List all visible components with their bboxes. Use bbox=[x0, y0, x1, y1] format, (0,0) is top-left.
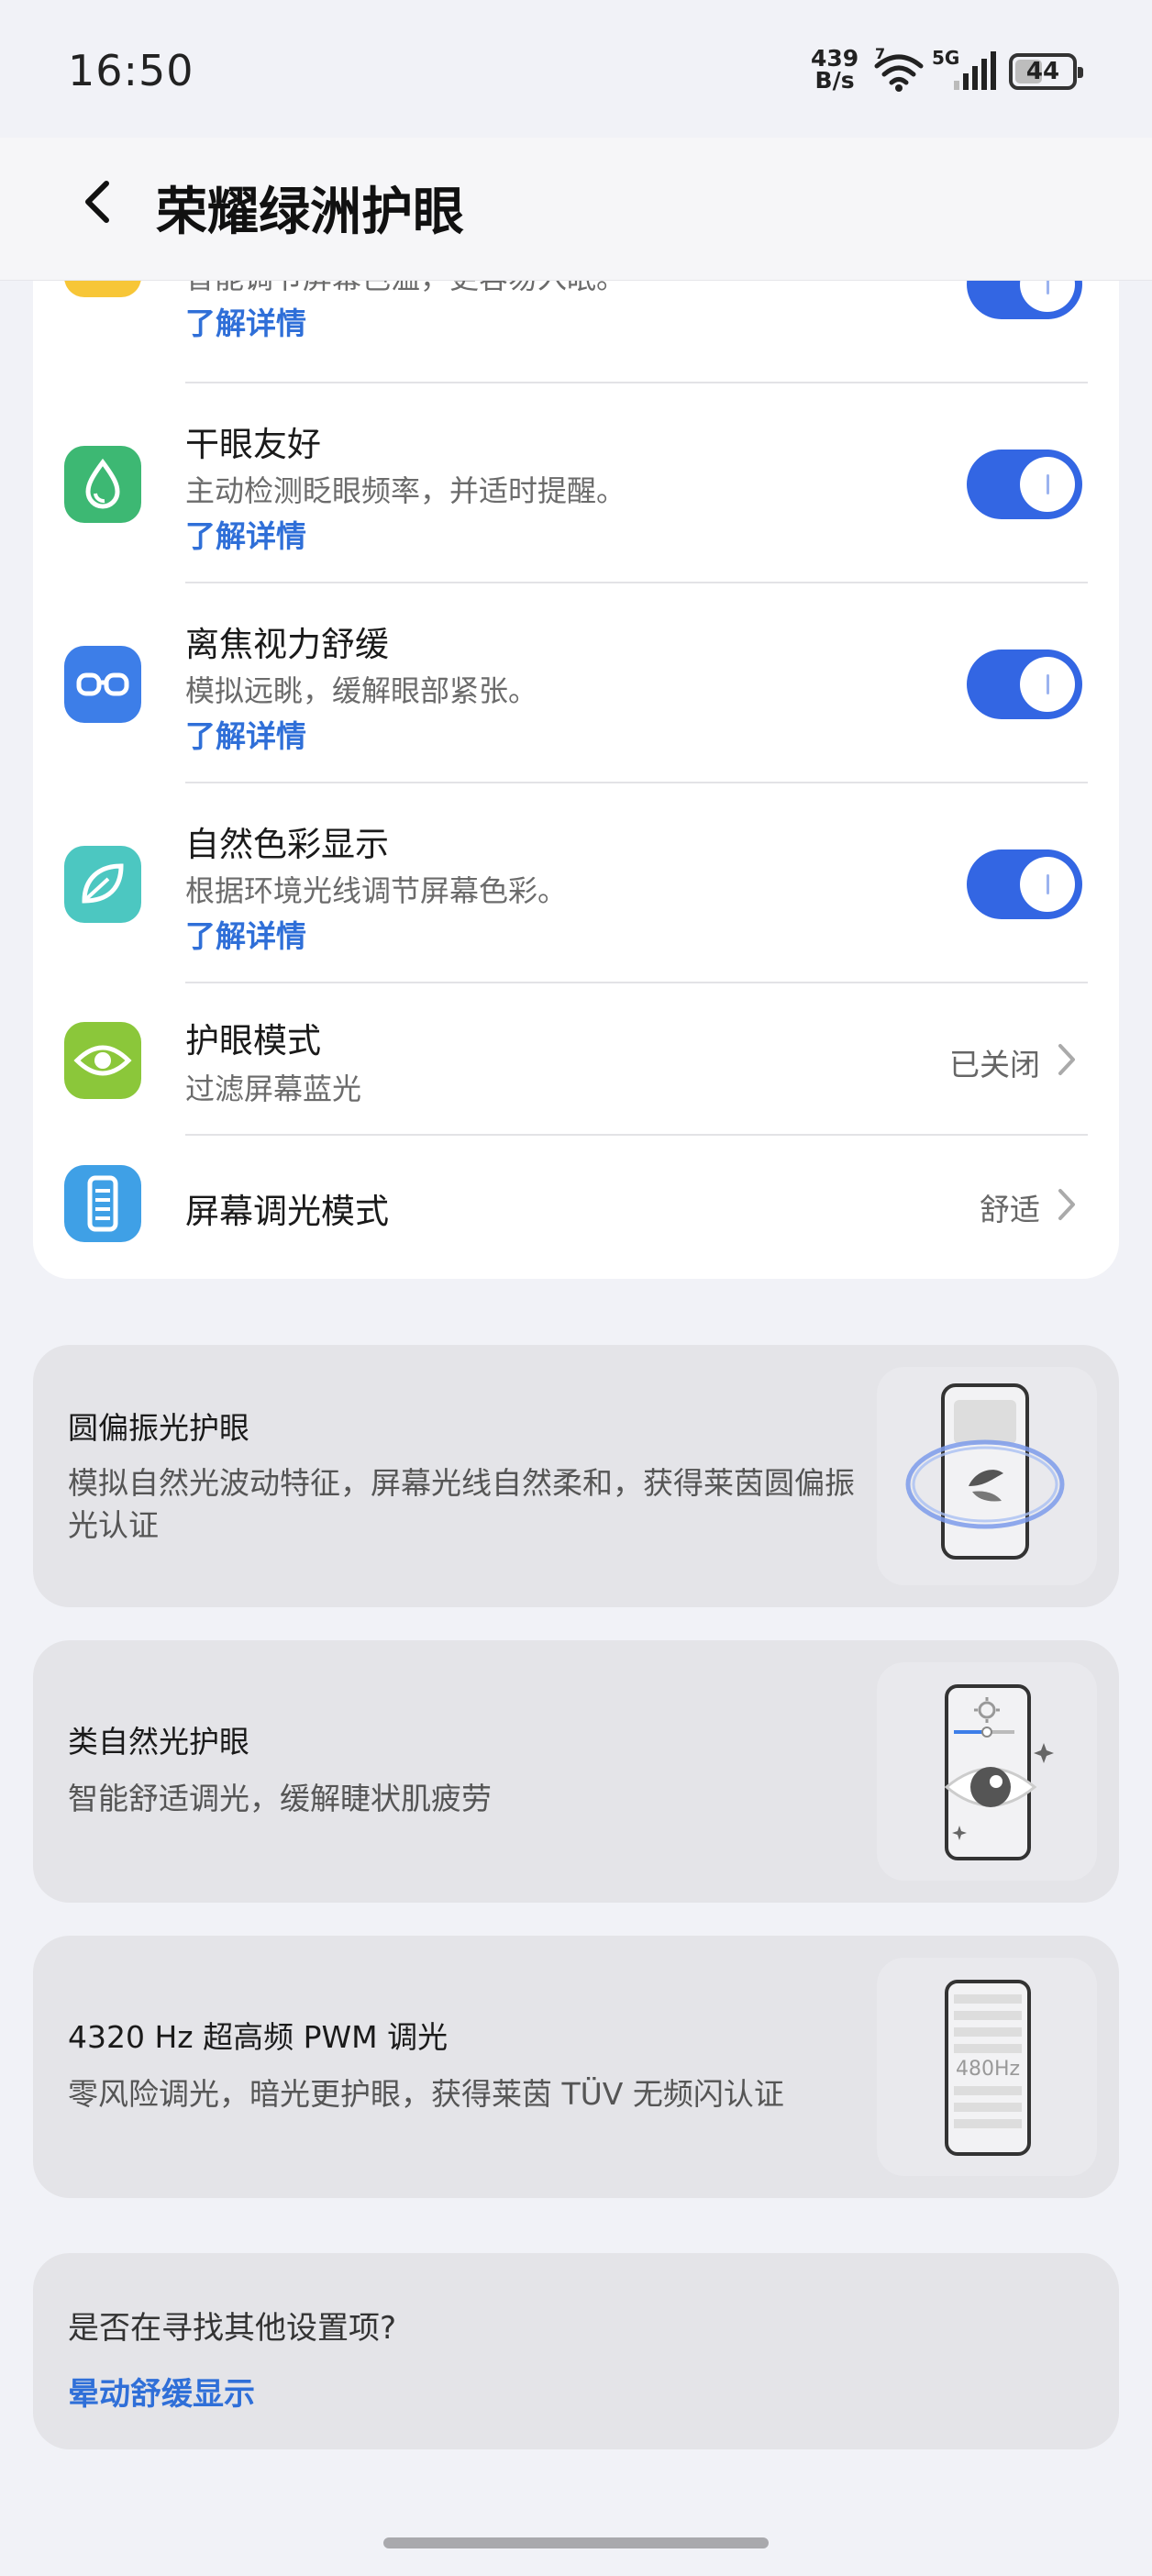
setting-row-natural-color[interactable]: 自然色彩显示 根据环境光线调节屏幕色彩。 了解详情 bbox=[33, 783, 1119, 983]
network-speed: 439 B/s bbox=[811, 47, 858, 94]
setting-desc: 主动检测眨眼频率，并适时提醒。 bbox=[185, 473, 626, 508]
feature-title: 类自然光护眼 bbox=[68, 1724, 249, 1760]
wifi-icon: 7 bbox=[874, 46, 924, 92]
natural-light-phone-icon bbox=[877, 1662, 1097, 1881]
setting-value: 舒适 bbox=[980, 1192, 1040, 1227]
page-title: 荣耀绿洲护眼 bbox=[156, 183, 464, 242]
setting-title: 屏幕调光模式 bbox=[185, 1192, 389, 1231]
status-bar: 16:50 439 B/s 7 5G 44 bbox=[0, 0, 1152, 138]
screen-dimming-icon bbox=[64, 1165, 141, 1242]
learn-more-link[interactable]: 了解详情 bbox=[185, 512, 306, 556]
feature-card-natural-light[interactable]: 类自然光护眼 智能舒适调光，缓解睫状肌疲劳 bbox=[33, 1640, 1119, 1903]
chevron-right-icon bbox=[1058, 1044, 1075, 1075]
setting-title: 自然色彩显示 bbox=[185, 825, 389, 864]
wifi-badge: 7 bbox=[875, 46, 885, 62]
battery-level: 44 bbox=[1025, 58, 1060, 85]
setting-title: 干眼友好 bbox=[185, 425, 321, 464]
setting-row-eye-comfort[interactable]: 护眼模式 过滤屏幕蓝光 已关闭 bbox=[33, 983, 1119, 1136]
other-settings-card: 是否在寻找其他设置项? 晕动舒缓显示 bbox=[33, 2253, 1119, 2449]
setting-row-dimming-mode[interactable]: 屏幕调光模式 舒适 bbox=[33, 1136, 1119, 1279]
setting-desc: 根据环境光线调节屏幕色彩。 bbox=[185, 873, 568, 908]
back-arrow-icon[interactable] bbox=[72, 174, 127, 229]
feature-card-pwm[interactable]: 4320 Hz 超高频 PWM 调光 零风险调光，暗光更护眼，获得莱茵 TÜV … bbox=[33, 1936, 1119, 2198]
status-time: 16:50 bbox=[68, 46, 194, 95]
leaf-icon bbox=[64, 846, 141, 923]
eye-icon bbox=[64, 1022, 141, 1099]
battery-icon: 44 bbox=[1009, 53, 1083, 90]
settings-list-card: 智能调节屏幕色温，更容易入眠。 了解详情 干眼友好 主动检测眨眼频率，并适时提醒… bbox=[33, 229, 1119, 1279]
pwm-art-label: 480Hz bbox=[956, 2058, 1020, 2081]
dry-eye-toggle[interactable] bbox=[967, 450, 1082, 519]
circular-polarized-phone-icon bbox=[877, 1367, 1097, 1585]
pwm-phone-icon: 480Hz bbox=[877, 1958, 1097, 2176]
chevron-right-icon bbox=[1058, 1189, 1075, 1220]
glasses-icon bbox=[64, 646, 141, 723]
home-indicator[interactable] bbox=[383, 2537, 769, 2548]
natural-color-toggle[interactable] bbox=[967, 849, 1082, 919]
learn-more-link[interactable]: 了解详情 bbox=[185, 299, 306, 343]
feature-title: 4320 Hz 超高频 PWM 调光 bbox=[68, 2019, 449, 2055]
network-speed-unit: B/s bbox=[814, 67, 855, 94]
learn-more-link[interactable]: 了解详情 bbox=[185, 912, 306, 956]
feature-desc: 模拟自然光波动特征，屏幕光线自然柔和，获得莱茵圆偏振光认证 bbox=[68, 1465, 855, 1543]
title-bar: 荣耀绿洲护眼 bbox=[0, 138, 1152, 281]
setting-desc: 过滤屏幕蓝光 bbox=[185, 1071, 362, 1106]
defocus-toggle[interactable] bbox=[967, 650, 1082, 719]
feature-title: 圆偏振光护眼 bbox=[68, 1410, 249, 1446]
setting-title: 离焦视力舒缓 bbox=[185, 625, 389, 664]
learn-more-link[interactable]: 了解详情 bbox=[185, 712, 306, 756]
setting-value: 已关闭 bbox=[949, 1047, 1040, 1083]
setting-title: 护眼模式 bbox=[185, 1021, 321, 1060]
feature-desc: 智能舒适调光，缓解睫状肌疲劳 bbox=[68, 1781, 492, 1816]
cellular-signal-icon: 5G bbox=[932, 47, 996, 90]
feature-card-circular-polarized[interactable]: 圆偏振光护眼 模拟自然光波动特征，屏幕光线自然柔和，获得莱茵圆偏振光认证 bbox=[33, 1345, 1119, 1607]
motion-comfort-display-link[interactable]: 晕动舒缓显示 bbox=[68, 2369, 255, 2414]
other-settings-question: 是否在寻找其他设置项? bbox=[68, 2310, 397, 2347]
setting-row-defocus[interactable]: 离焦视力舒缓 模拟远眺，缓解眼部紧张。 了解详情 bbox=[33, 583, 1119, 783]
water-drop-icon bbox=[64, 446, 141, 523]
setting-desc: 模拟远眺，缓解眼部紧张。 bbox=[185, 673, 538, 708]
network-type: 5G bbox=[932, 47, 959, 69]
setting-row-dry-eye[interactable]: 干眼友好 主动检测眨眼频率，并适时提醒。 了解详情 bbox=[33, 383, 1119, 583]
feature-desc: 零风险调光，暗光更护眼，获得莱茵 TÜV 无频闪认证 bbox=[68, 2076, 784, 2112]
